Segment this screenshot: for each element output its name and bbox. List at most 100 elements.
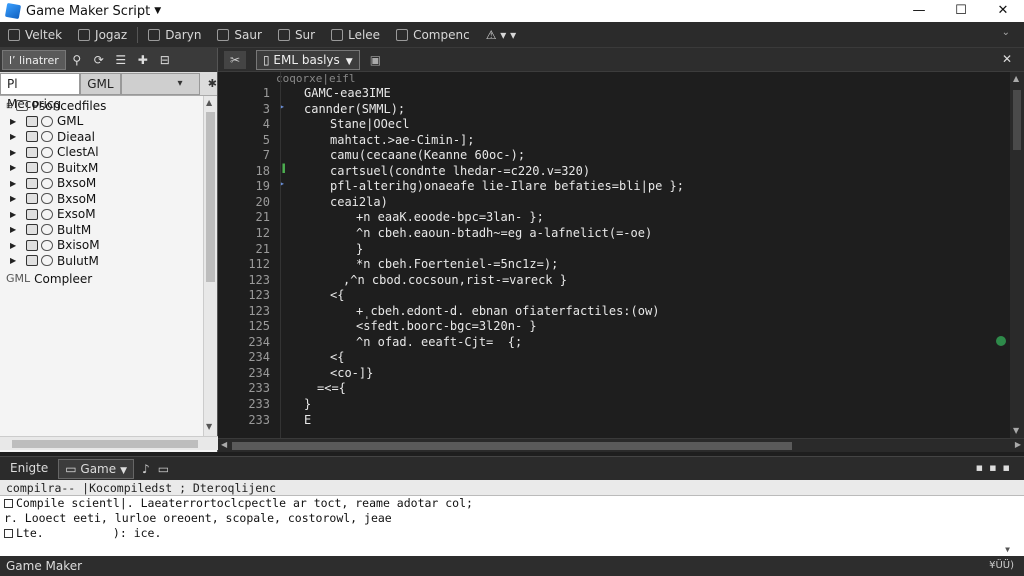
add-icon[interactable]: ✚ [135, 52, 151, 68]
code-editor: ✂ ▯ EML baslys ▼ ▣ ✕ coqorxe|eifl 1 GAMC-e… [218, 48, 1024, 452]
code-line[interactable]: 4 Stane|OOecl [218, 117, 1010, 133]
scroll-right-icon[interactable]: ▶ [1015, 440, 1021, 449]
code-line[interactable]: 5 mahtact.>ae-Cimin-]; [218, 133, 1010, 149]
collapse-icon[interactable]: ⊟ [157, 52, 173, 68]
scroll-thumb[interactable] [12, 440, 198, 448]
editor-scrollbar[interactable]: ▲ ▼ [1010, 72, 1024, 438]
expand-icon[interactable]: ▶ [10, 225, 20, 234]
tree-hscrollbar[interactable] [0, 436, 218, 450]
code-line[interactable]: 7 camu(cecaane(Keanne 60oc-); [218, 148, 1010, 164]
tab-gml[interactable]: GML [80, 72, 121, 95]
tree-item[interactable]: ▶ BulutM [0, 253, 204, 269]
scroll-up-icon[interactable]: ▲ [206, 98, 212, 107]
lock-icon[interactable]: ▣ [370, 53, 381, 67]
tree-item[interactable]: ▶ BxsoM [0, 191, 204, 207]
code-line[interactable]: 123 ,^n cbod.cocsoun,rist-=vareck } [218, 273, 1010, 289]
code-line[interactable]: 18 ▐ cartsuel(condnte lhedar-=c220.v=320) [218, 164, 1010, 180]
code-line[interactable]: 234 <co-]} [218, 366, 1010, 382]
pin-icon[interactable]: ✱ [208, 77, 217, 90]
tab-mecoricg[interactable]: Pl Mecoricg [0, 72, 81, 111]
code-line[interactable]: 233} [218, 397, 1010, 413]
scroll-down-icon[interactable]: ▼ [1013, 426, 1019, 435]
collapse-icon[interactable]: ⊟ [6, 101, 16, 110]
chevron-down-icon[interactable]: ▼ [346, 57, 353, 67]
script-icon[interactable]: ✂ [224, 50, 246, 69]
close-icon[interactable]: ✕ [1002, 52, 1012, 66]
filter-dropdown[interactable]: ▾ [120, 72, 200, 95]
menu-sur[interactable]: Sur [270, 22, 323, 48]
chevron-down-icon[interactable]: ⌄ [1002, 27, 1010, 38]
expand-icon[interactable]: ▶ [10, 210, 20, 219]
tab-game[interactable]: ▭ Game ▼ [58, 458, 135, 479]
scroll-down-icon[interactable]: ▼ [206, 422, 212, 431]
menu-jogaz[interactable]: Jogaz [70, 22, 135, 48]
tree-scrollbar[interactable]: ▲ ▼ [203, 96, 217, 436]
tab-enigte[interactable]: Enigte [4, 459, 54, 479]
expand-icon[interactable]: ▶ [10, 117, 20, 126]
tree-item[interactable]: ▶ GML [0, 114, 204, 130]
tab-resources[interactable]: l’ linatrer [2, 50, 66, 70]
tab-eml-baslys[interactable]: ▯ EML baslys ▼ [256, 49, 360, 70]
editor-hscrollbar[interactable]: ◀ ▶ [218, 438, 1024, 452]
menu-veltek[interactable]: Veltek [0, 22, 70, 48]
code-line[interactable]: 125 <sfedt.boorc-bgc=3l20n- } [218, 319, 1010, 335]
code-line[interactable]: 19 ▸ pfl-alterihg)onaeafe lie-Ilare befati… [218, 179, 1010, 195]
chevron-down-icon[interactable]: ▼ [120, 466, 127, 476]
tree-item[interactable]: ▶ Dieaal [0, 129, 204, 145]
close-button[interactable]: ✕ [982, 0, 1024, 22]
scroll-thumb[interactable] [232, 442, 792, 450]
tree-item[interactable]: ▶ ExsoM [0, 207, 204, 223]
code-area[interactable]: coqorxe|eifl 1 GAMC-eae3IME 3 ▸ cannder(SMML… [218, 72, 1010, 438]
refresh-icon[interactable]: ⟳ [91, 52, 107, 68]
code-line[interactable]: 112 *n cbeh.Foerteniel-=5nc1z=); [218, 257, 1010, 273]
collapse-icon[interactable] [4, 499, 13, 508]
tree-item[interactable]: ▶ BuitxM [0, 160, 204, 176]
code-line[interactable]: 3 ▸ cannder(SMML); [218, 102, 1010, 118]
code-line[interactable]: 123 +̩ cbeh.edont-d. ebnan ofiaterfactile… [218, 304, 1010, 320]
list-icon[interactable]: ☰ [113, 52, 129, 68]
code-line[interactable]: 20 ceai2la) [218, 195, 1010, 211]
tree-root[interactable]: ⊟ Psoncedfiles [0, 98, 204, 114]
menu-saur[interactable]: Saur [209, 22, 270, 48]
expand-icon[interactable]: ▶ [10, 256, 20, 265]
expand-icon[interactable]: ▶ [10, 148, 20, 157]
window-icon[interactable]: ▭ [158, 462, 169, 476]
code-line[interactable]: 21} [218, 242, 1010, 258]
tree-item[interactable]: ▶ BxisoM [0, 238, 204, 254]
music-icon[interactable]: ♪ [142, 462, 150, 476]
menu-compenc[interactable]: Compenc [388, 22, 478, 48]
code-line[interactable]: 123 <{ [218, 288, 1010, 304]
expand-icon[interactable]: ▶ [10, 241, 20, 250]
expand-icon[interactable]: ▶ [10, 179, 20, 188]
code-line[interactable]: 234 <{ [218, 350, 1010, 366]
tree-item[interactable]: ▶ BxsoM [0, 176, 204, 192]
scroll-left-icon[interactable]: ◀ [221, 440, 227, 449]
tree-item[interactable]: ▶ BultM [0, 222, 204, 238]
menu-lelee[interactable]: Lelee [323, 22, 388, 48]
expand-icon[interactable]: ▶ [10, 163, 20, 172]
maximize-button[interactable]: ☐ [940, 0, 982, 22]
code-line[interactable]: 12 ^n cbeh.eaoun-btadh~=eg a-lafnelict(=-… [218, 226, 1010, 242]
line-number: 12 [255, 225, 270, 240]
expand-icon[interactable]: ▶ [10, 194, 20, 203]
menu-daryn[interactable]: Daryn [140, 22, 209, 48]
code-line[interactable]: 233 E [218, 413, 1010, 429]
scroll-up-icon[interactable]: ▲ [1013, 74, 1019, 83]
title-dropdown-icon[interactable]: ▼ [154, 6, 161, 16]
filter-icon[interactable]: ⚲ [69, 52, 85, 68]
compiler-item[interactable]: GML Compleer [0, 269, 204, 289]
expand-icon[interactable]: ▶ [10, 132, 20, 141]
panel-controls[interactable]: ▪▪▪ [976, 461, 1016, 474]
code-line[interactable]: 1 GAMC-eae3IME [218, 86, 1010, 102]
scroll-thumb[interactable] [206, 112, 215, 282]
code-line[interactable]: 233 =<={ [218, 381, 1010, 397]
code-line[interactable]: 21 +n eaaK.eoode-bpc=3lan- }; [218, 210, 1010, 226]
run-dropdown[interactable]: ⚠ ▾ ▾ [478, 22, 524, 48]
code-line[interactable]: 234 ^n ofad. eeaft-Cjt= {; [218, 335, 1010, 351]
collapse-icon[interactable] [4, 529, 13, 538]
tree-item[interactable]: ▶ ClestAl [0, 145, 204, 161]
star-icon [41, 208, 53, 220]
scroll-thumb[interactable] [1013, 90, 1021, 150]
resize-icon[interactable]: ▼ [1005, 545, 1010, 554]
minimize-button[interactable]: — [898, 0, 940, 22]
